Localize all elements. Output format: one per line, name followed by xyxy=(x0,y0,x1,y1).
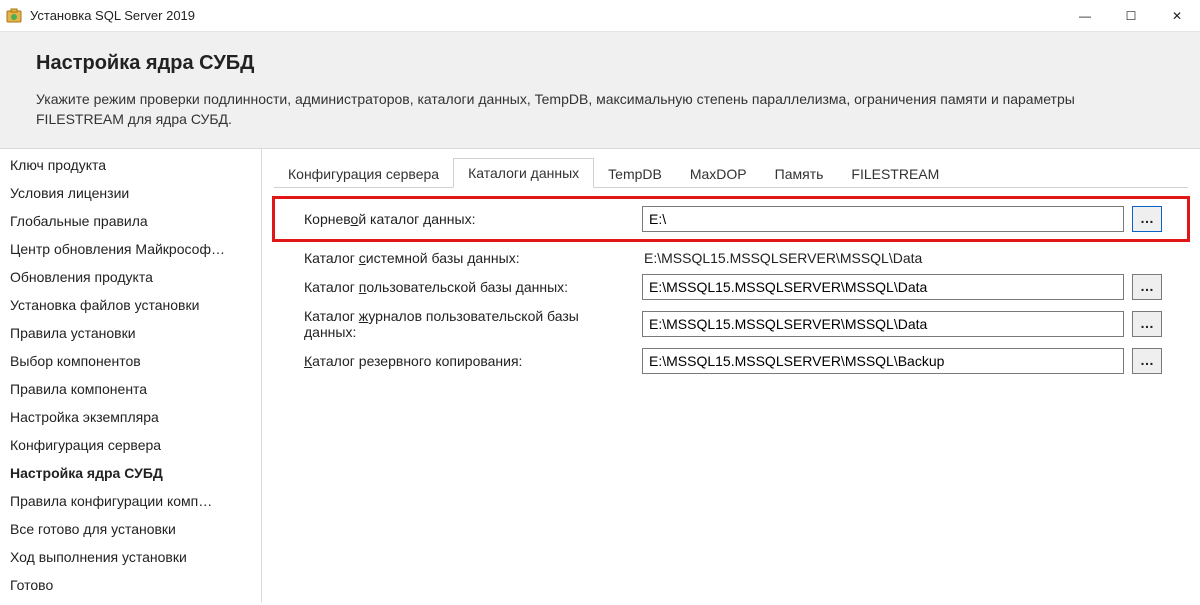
body: Ключ продукта Условия лицензии Глобальны… xyxy=(0,149,1200,602)
window-minimize-button[interactable]: — xyxy=(1062,0,1108,32)
label-system-db: Каталог системной базы данных: xyxy=(274,250,634,266)
tab-tempdb[interactable]: TempDB xyxy=(594,160,676,188)
label-backup: Каталог резервного копирования: xyxy=(274,353,634,369)
sidebar-item-install-files[interactable]: Установка файлов установки xyxy=(0,291,261,319)
row-backup: Каталог резервного копирования: … xyxy=(274,344,1188,378)
window-maximize-button[interactable]: ☐ xyxy=(1108,0,1154,32)
window-title: Установка SQL Server 2019 xyxy=(30,8,195,23)
row-system-db: Каталог системной базы данных: E:\MSSQL1… xyxy=(274,246,1188,270)
titlebar: Установка SQL Server 2019 — ☐ ✕ xyxy=(0,0,1200,32)
wizard-step-sidebar: Ключ продукта Условия лицензии Глобальны… xyxy=(0,149,262,602)
sidebar-item-license[interactable]: Условия лицензии xyxy=(0,179,261,207)
input-user-log[interactable] xyxy=(642,311,1124,337)
sidebar-item-microsoft-update[interactable]: Центр обновления Майкрософ… xyxy=(0,235,261,263)
label-user-db: Каталог пользовательской базы данных: xyxy=(274,279,634,295)
label-data-root: Корневой каталог данных: xyxy=(274,211,634,227)
input-data-root[interactable] xyxy=(642,206,1124,232)
sidebar-item-db-engine-config[interactable]: Настройка ядра СУБД xyxy=(0,459,261,487)
sidebar-item-install-rules[interactable]: Правила установки xyxy=(0,319,261,347)
sidebar-item-config-rules[interactable]: Правила конфигурации комп… xyxy=(0,487,261,515)
tab-maxdop[interactable]: MaxDOP xyxy=(676,160,761,188)
row-user-db: Каталог пользовательской базы данных: … xyxy=(274,270,1188,304)
page-subtitle: Укажите режим проверки подлинности, адми… xyxy=(36,89,1136,130)
sidebar-item-global-rules[interactable]: Глобальные правила xyxy=(0,207,261,235)
tabstrip: Конфигурация сервера Каталоги данных Tem… xyxy=(274,157,1188,188)
sidebar-item-feature-rules[interactable]: Правила компонента xyxy=(0,375,261,403)
tab-data-dirs-body: Корневой каталог данных: … Каталог систе… xyxy=(274,188,1188,378)
browse-user-log-button[interactable]: … xyxy=(1132,311,1162,337)
app-icon xyxy=(6,8,22,24)
input-user-db[interactable] xyxy=(642,274,1124,300)
sidebar-item-product-updates[interactable]: Обновления продукта xyxy=(0,263,261,291)
value-system-db: E:\MSSQL15.MSSQLSERVER\MSSQL\Data xyxy=(642,250,922,266)
sidebar-item-instance-config[interactable]: Настройка экземпляра xyxy=(0,403,261,431)
browse-backup-button[interactable]: … xyxy=(1132,348,1162,374)
sidebar-item-product-key[interactable]: Ключ продукта xyxy=(0,151,261,179)
row-user-log: Каталог журналов пользовательской базы д… xyxy=(274,304,1188,344)
input-backup[interactable] xyxy=(642,348,1124,374)
page-title: Настройка ядра СУБД xyxy=(36,52,1164,75)
tab-server-config[interactable]: Конфигурация сервера xyxy=(274,160,453,188)
tab-filestream[interactable]: FILESTREAM xyxy=(837,160,953,188)
main-panel: Конфигурация сервера Каталоги данных Tem… xyxy=(262,149,1200,602)
label-user-log: Каталог журналов пользовательской базы д… xyxy=(274,308,634,340)
browse-data-root-button[interactable]: … xyxy=(1132,206,1162,232)
sidebar-item-complete[interactable]: Готово xyxy=(0,571,261,599)
sidebar-item-feature-selection[interactable]: Выбор компонентов xyxy=(0,347,261,375)
window-close-button[interactable]: ✕ xyxy=(1154,0,1200,32)
tab-data-dirs[interactable]: Каталоги данных xyxy=(453,158,594,188)
row-data-root: Корневой каталог данных: … xyxy=(274,198,1188,240)
tab-memory[interactable]: Память xyxy=(761,160,838,188)
sidebar-item-ready-install[interactable]: Все готово для установки xyxy=(0,515,261,543)
sidebar-item-install-progress[interactable]: Ход выполнения установки xyxy=(0,543,261,571)
header-band: Настройка ядра СУБД Укажите режим провер… xyxy=(0,32,1200,149)
sidebar-item-server-config[interactable]: Конфигурация сервера xyxy=(0,431,261,459)
browse-user-db-button[interactable]: … xyxy=(1132,274,1162,300)
